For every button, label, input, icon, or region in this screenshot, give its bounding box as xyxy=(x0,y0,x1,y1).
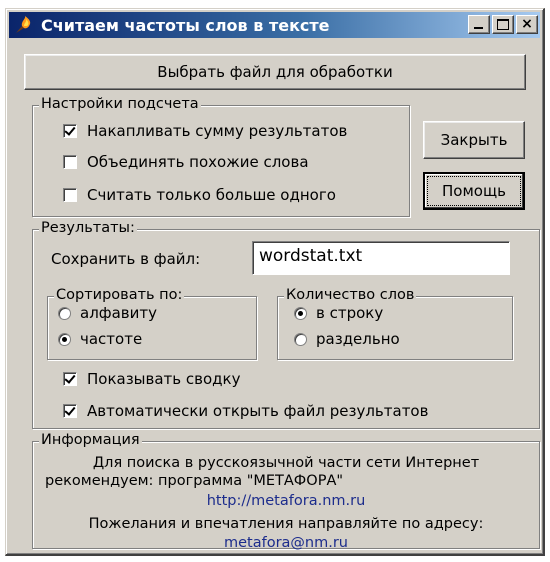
sort-group: Сортировать по: алфавиту частоте xyxy=(47,287,257,360)
close-window-button[interactable]: × xyxy=(516,15,538,34)
sort-alphabet-radio[interactable] xyxy=(58,306,71,320)
settings-group: Настройки подсчета Накапливать сумму рез… xyxy=(32,96,410,217)
accumulate-checkbox[interactable] xyxy=(63,124,77,138)
count-separate-radio[interactable] xyxy=(294,332,307,346)
maximize-button[interactable] xyxy=(492,15,514,34)
settings-group-label: Настройки подсчета xyxy=(39,96,201,112)
help-button[interactable]: Помощь xyxy=(423,172,525,210)
save-file-input[interactable]: wordstat.txt xyxy=(252,241,510,275)
info-text-line-1: Для поиска в русскоязычной части сети Ин… xyxy=(92,455,480,471)
info-text-line-3: Пожелания и впечатления направляйте по а… xyxy=(88,516,484,532)
save-file-label: Сохранить в файл: xyxy=(51,250,201,268)
sort-frequency-radio[interactable] xyxy=(58,332,71,346)
results-group: Результаты: Сохранить в файл: wordstat.t… xyxy=(32,220,540,429)
merge-similar-checkbox[interactable] xyxy=(63,155,77,169)
count-inline-option[interactable]: в строку xyxy=(294,304,383,322)
info-group: Информация Для поиска в русскоязычной ча… xyxy=(32,432,540,551)
close-button[interactable]: Закрыть xyxy=(423,121,525,159)
sort-alphabet-label: алфавиту xyxy=(80,304,157,322)
show-summary-label: Показывать сводку xyxy=(87,370,241,388)
count-more-than-one-label: Считать только больше одного xyxy=(87,186,336,204)
select-file-button[interactable]: Выбрать файл для обработки xyxy=(24,54,526,90)
count-separate-label: раздельно xyxy=(316,330,400,348)
merge-similar-option[interactable]: Объединять похожие слова xyxy=(63,153,309,171)
flame-icon xyxy=(16,16,31,33)
merge-similar-label: Объединять похожие слова xyxy=(87,153,309,171)
word-count-group: Количество слов в строку раздельно xyxy=(277,287,513,360)
count-inline-label: в строку xyxy=(316,304,384,322)
show-summary-checkbox[interactable] xyxy=(63,372,77,386)
sort-group-label: Сортировать по: xyxy=(54,287,185,303)
accumulate-option[interactable]: Накапливать сумму результатов xyxy=(63,122,347,140)
auto-open-checkbox[interactable] xyxy=(63,404,77,418)
website-link[interactable]: http://metafora.nm.ru xyxy=(33,493,539,509)
main-window: Считаем частоты слов в тексте × Выбрать … xyxy=(5,8,545,556)
sort-alphabet-option[interactable]: алфавиту xyxy=(58,304,157,322)
results-group-label: Результаты: xyxy=(39,220,137,236)
show-summary-option[interactable]: Показывать сводку xyxy=(63,370,240,388)
count-separate-option[interactable]: раздельно xyxy=(294,330,400,348)
email-link[interactable]: metafora@nm.ru xyxy=(33,535,539,551)
count-more-than-one-option[interactable]: Считать только больше одного xyxy=(63,186,336,204)
count-inline-radio[interactable] xyxy=(294,306,307,320)
sort-frequency-option[interactable]: частоте xyxy=(58,330,142,348)
accumulate-label: Накапливать сумму результатов xyxy=(87,122,348,140)
window-title: Считаем частоты слов в тексте xyxy=(41,15,330,35)
minimize-button[interactable] xyxy=(468,15,490,34)
word-count-group-label: Количество слов xyxy=(284,287,417,303)
sort-frequency-label: частоте xyxy=(80,330,143,348)
auto-open-label: Автоматически открыть файл результатов xyxy=(87,402,429,420)
auto-open-option[interactable]: Автоматически открыть файл результатов xyxy=(63,402,428,420)
count-more-than-one-checkbox[interactable] xyxy=(63,188,77,202)
title-bar[interactable]: Считаем частоты слов в тексте × xyxy=(9,12,540,38)
info-group-label: Информация xyxy=(39,432,142,448)
info-text-line-2: рекомендуем: программа "МЕТАФОРА" xyxy=(45,473,344,489)
